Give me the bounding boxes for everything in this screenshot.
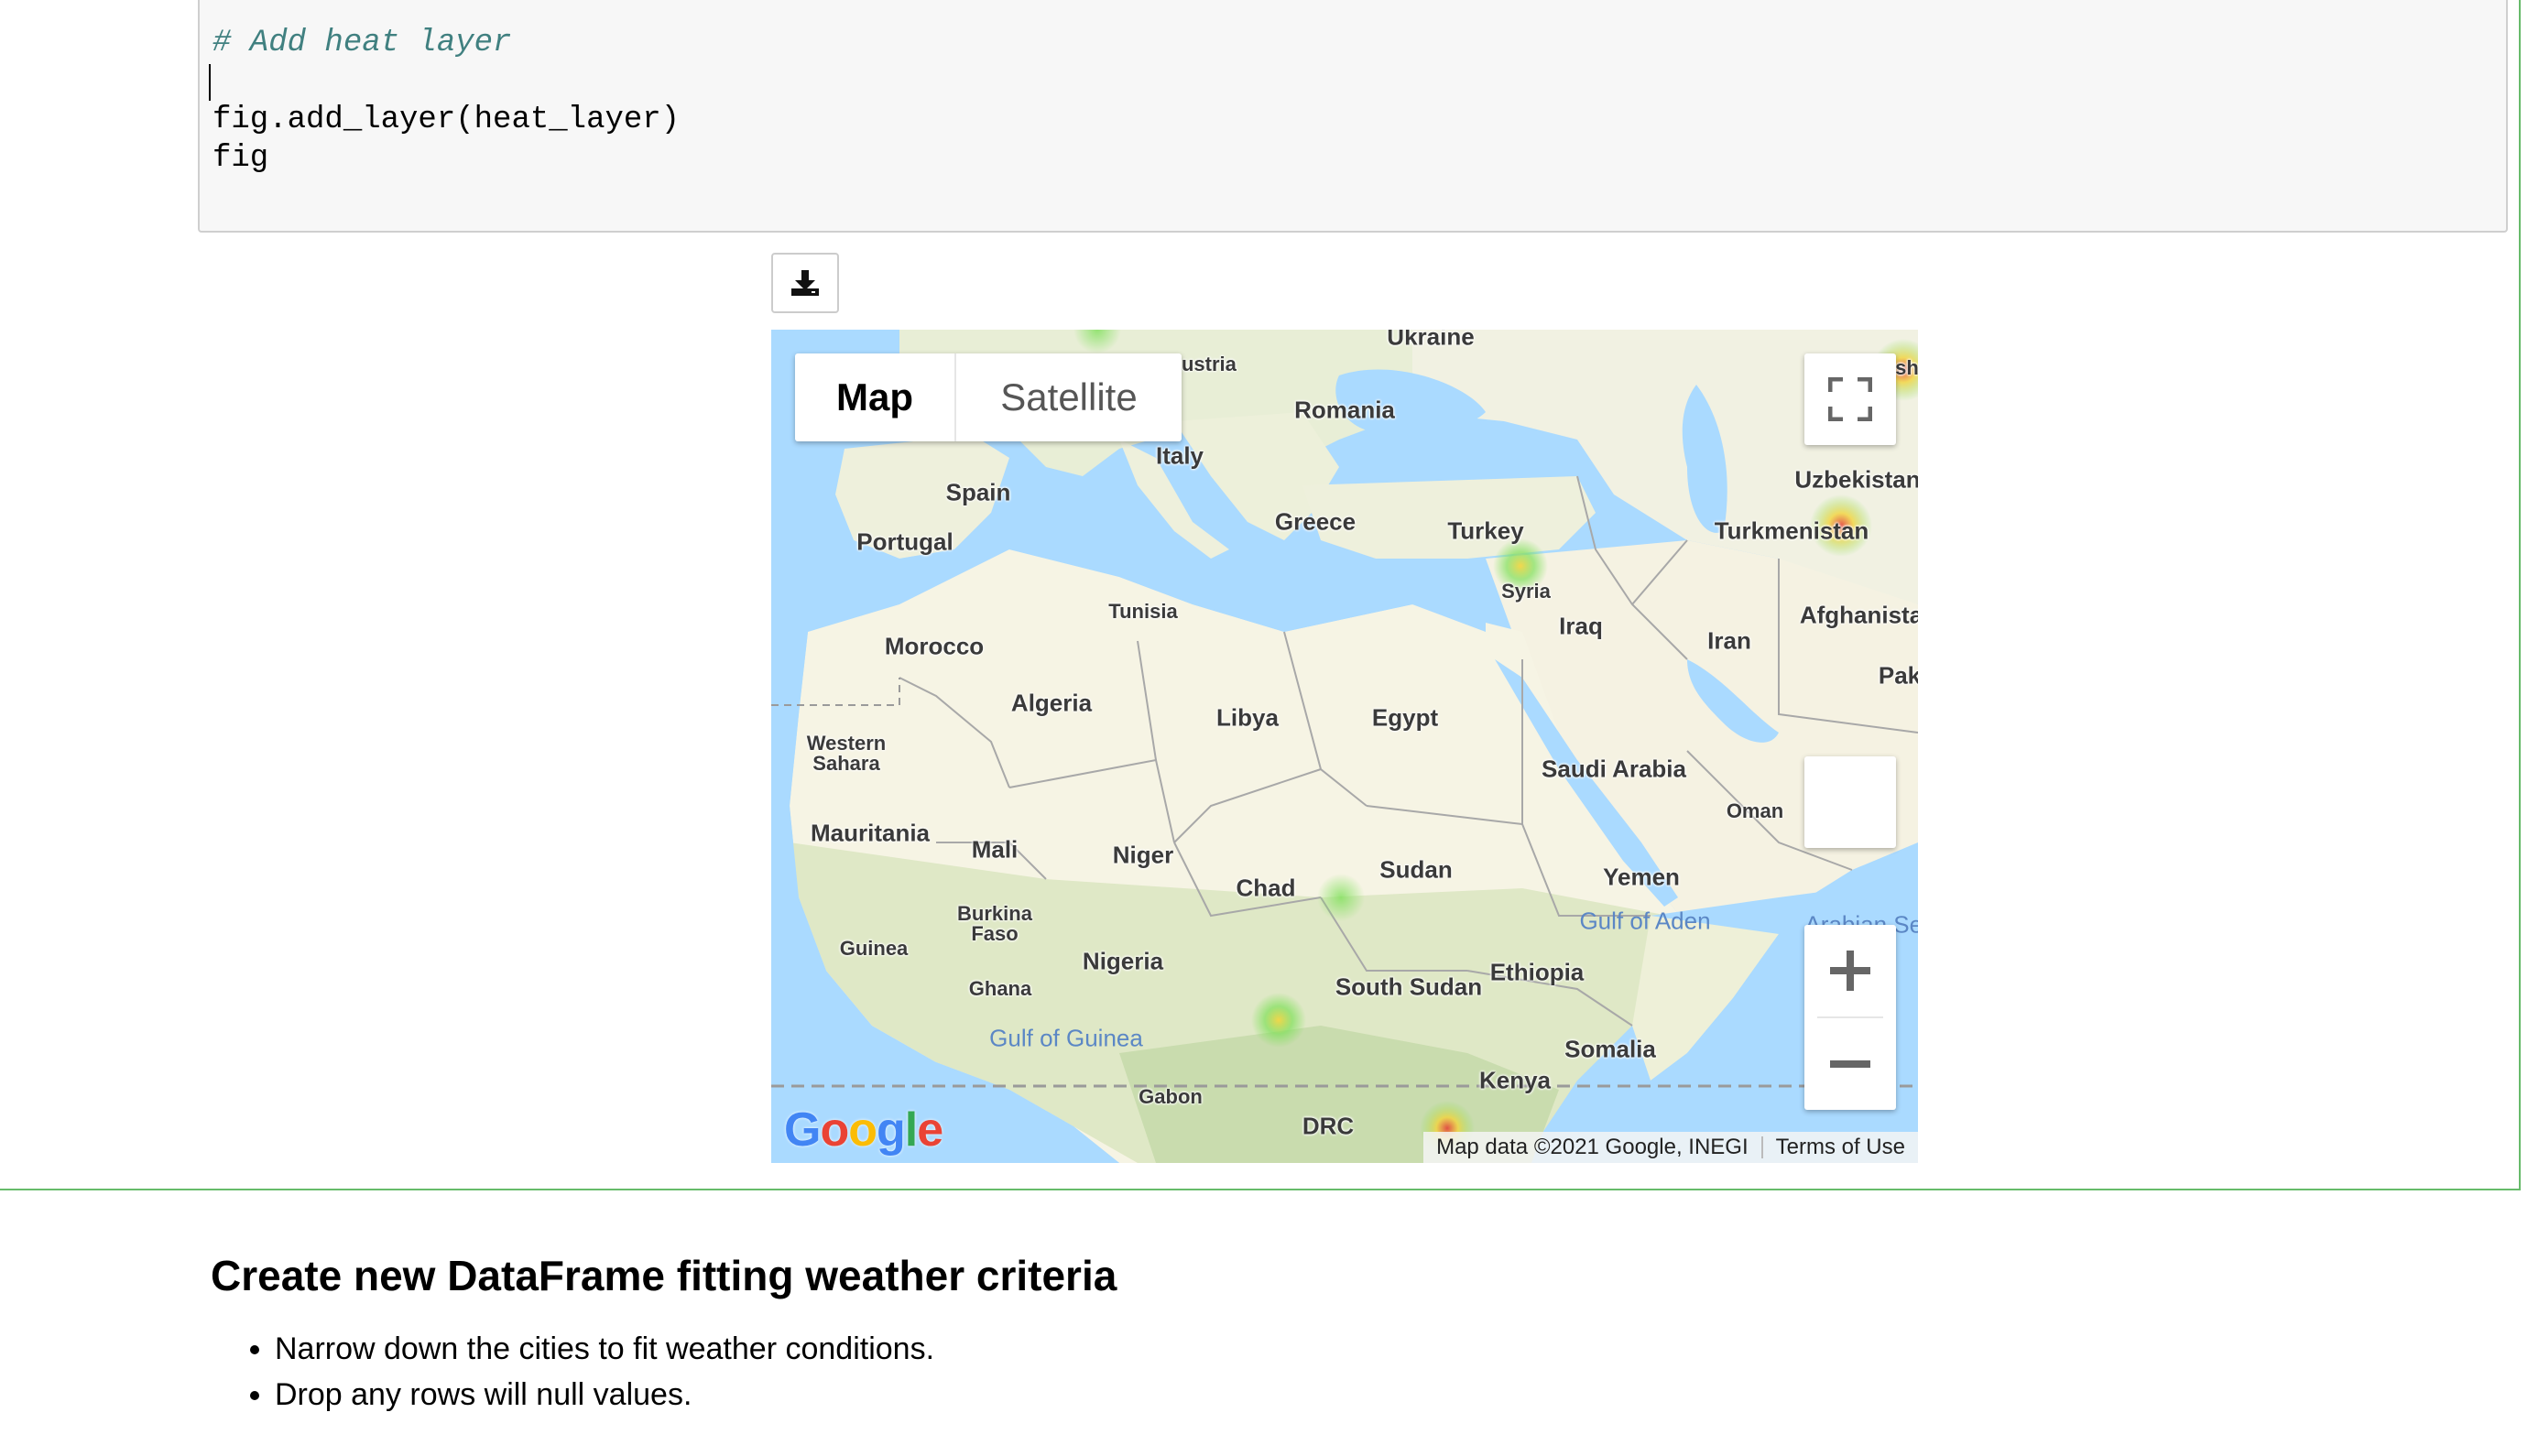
text-cursor	[209, 64, 211, 101]
map-label: Syria	[1501, 580, 1551, 603]
zoom-in-button[interactable]	[1804, 925, 1896, 1016]
map-label: South Sudan	[1335, 972, 1483, 1001]
map-label: Guinea	[839, 937, 909, 960]
heat-layer	[1073, 330, 1918, 1156]
map-label: Gulf of Guinea	[989, 1024, 1143, 1052]
map-label: Chad	[1236, 874, 1296, 902]
map-label: Gulf of Aden	[1579, 907, 1711, 935]
map-attribution: Map data ©2021 Google, INEGI Terms of Us…	[1423, 1132, 1918, 1163]
map-type-control: Map Satellite	[795, 353, 1182, 441]
download-button[interactable]	[771, 253, 839, 313]
map-label: Sudan	[1379, 855, 1453, 884]
map-label: Afghanista	[1799, 601, 1918, 629]
map-label: Egypt	[1371, 703, 1439, 732]
map-label: Algeria	[1010, 689, 1093, 717]
map-label: Faso	[971, 922, 1019, 945]
terms-of-use-link[interactable]: Terms of Use	[1763, 1135, 1918, 1160]
code-editor[interactable]: # Add heat layer fig.add_layer(heat_laye…	[198, 0, 2508, 233]
map-label: Pak	[1878, 661, 1918, 690]
map-label: Greece	[1274, 507, 1357, 536]
zoom-control	[1804, 925, 1896, 1110]
google-logo[interactable]: Google	[784, 1103, 943, 1157]
map-label: Sahara	[812, 752, 880, 775]
map-label: Uzbekistan	[1794, 465, 1918, 494]
map-label: Romania	[1294, 396, 1395, 424]
street-view-control[interactable]	[1804, 756, 1896, 848]
fullscreen-button[interactable]	[1804, 353, 1896, 445]
map-label: Ukraine	[1387, 330, 1475, 351]
fullscreen-icon	[1828, 377, 1872, 421]
list-item: Drop any rows will null values.	[275, 1372, 934, 1418]
map-label: Libya	[1216, 703, 1279, 732]
map-label: Iran	[1707, 626, 1751, 655]
map-label: Turkmenistan	[1714, 516, 1869, 545]
list-item: Narrow down the cities to fit weather co…	[275, 1326, 934, 1372]
map-label: Kenya	[1478, 1066, 1552, 1094]
heat-spot	[1073, 330, 1121, 353]
heat-spot	[1251, 993, 1306, 1048]
map-label: Saudi Arabia	[1542, 755, 1686, 783]
map-label: Tunisia	[1108, 600, 1178, 623]
markdown-heading: Create new DataFrame fitting weather cri…	[211, 1252, 1117, 1299]
map-label: Gabon	[1139, 1085, 1203, 1108]
map-type-satellite-button[interactable]: Satellite	[956, 353, 1182, 441]
map-label: Nigeria	[1082, 947, 1164, 975]
map-label: Ghana	[968, 977, 1032, 1000]
map-label: sh	[1895, 356, 1918, 379]
code-line-add-layer: fig.add_layer(heat_layer)	[212, 103, 681, 137]
code-line-fig: fig	[212, 141, 269, 176]
map-label: Italy	[1155, 441, 1204, 470]
map-label: Spain	[945, 478, 1011, 506]
map-label: DRC	[1302, 1112, 1355, 1140]
markdown-bullet-list: Narrow down the cities to fit weather co…	[238, 1326, 934, 1418]
map-label: Oman	[1726, 799, 1784, 822]
map-label: Niger	[1112, 841, 1174, 869]
map-label: Morocco	[884, 632, 985, 660]
map-label: Mali	[971, 835, 1019, 864]
map-type-map-button[interactable]: Map	[795, 353, 956, 441]
google-map[interactable]: Ukraine Austria Romania Italy Spain Port…	[771, 330, 1918, 1163]
map-label: Turkey	[1447, 516, 1524, 545]
code-cell: # Add heat layer fig.add_layer(heat_laye…	[0, 0, 2521, 1190]
map-data-credit: Map data ©2021 Google, INEGI	[1436, 1135, 1749, 1159]
plus-icon	[1830, 951, 1870, 991]
minus-icon	[1830, 1060, 1870, 1068]
download-icon	[791, 270, 819, 296]
map-label: Somalia	[1564, 1035, 1656, 1063]
zoom-out-button[interactable]	[1804, 1018, 1896, 1110]
code-comment-line: # Add heat layer	[212, 26, 512, 60]
heat-spot	[1317, 874, 1365, 921]
map-label: Yemen	[1603, 863, 1680, 891]
map-label: Mauritania	[810, 819, 931, 847]
map-label: Portugal	[856, 527, 953, 556]
map-label: Ethiopia	[1489, 958, 1585, 986]
map-label: Iraq	[1559, 612, 1603, 640]
